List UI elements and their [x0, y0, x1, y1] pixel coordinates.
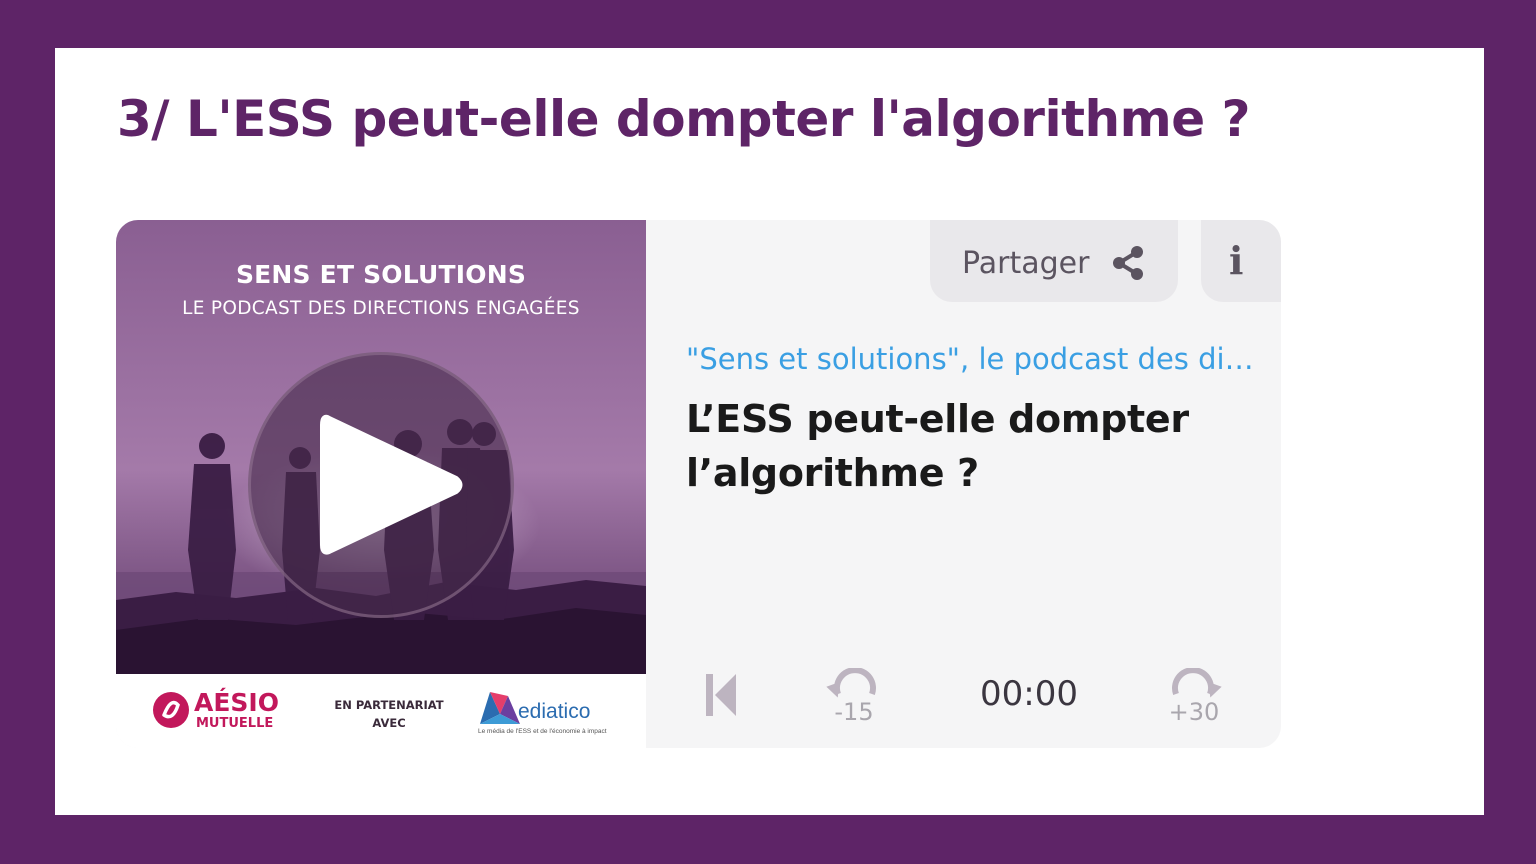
forward-button[interactable]: +30: [1164, 667, 1224, 728]
show-title-link[interactable]: "Sens et solutions", le podcast des dire…: [686, 342, 1256, 376]
cover-subtitle: LE PODCAST DES DIRECTIONS ENGAGÉES: [182, 298, 580, 319]
mediatico-tagline: Le média de l'ESS et de l'économie à imp…: [478, 728, 607, 735]
page-heading: 3/ L'ESS peut-elle dompter l'algorithme …: [117, 90, 1251, 148]
partnership-line-1: EN PARTENARIAT: [334, 698, 444, 712]
podcast-player: SENS ET SOLUTIONS LE PODCAST DES DIRECTI…: [116, 220, 1281, 748]
partnership-text: EN PARTENARIAT AVEC: [324, 696, 454, 732]
rewind-button[interactable]: -15: [824, 667, 884, 728]
mediatico-logo: ediatico Le média de l'ESS et de l'écono…: [478, 688, 618, 738]
playback-time: 00:00: [980, 674, 1078, 714]
skip-back-icon[interactable]: [704, 672, 738, 718]
content-card: 3/ L'ESS peut-elle dompter l'algorithme …: [55, 48, 1484, 815]
forward-icon: [1172, 667, 1222, 698]
share-icon: [1113, 246, 1143, 280]
aesio-logo: AÉSIO MUTUELLE: [152, 688, 297, 736]
podcast-cover: SENS ET SOLUTIONS LE PODCAST DES DIRECTI…: [116, 220, 646, 748]
share-button[interactable]: Partager: [930, 220, 1178, 302]
mediatico-name: ediatico: [518, 700, 591, 723]
play-icon: [320, 414, 463, 555]
episode-title: L’ESS peut-elle dompter l’algorithme ?: [686, 397, 1189, 495]
rewind-label: -15: [834, 698, 874, 726]
cover-title: SENS ET SOLUTIONS: [235, 260, 527, 289]
share-label: Partager: [962, 246, 1090, 281]
mediatico-m-icon: [480, 692, 520, 724]
aesio-subname: MUTUELLE: [196, 716, 274, 731]
cover-artwork: SENS ET SOLUTIONS LE PODCAST DES DIRECTI…: [116, 220, 646, 674]
play-button[interactable]: [248, 352, 514, 618]
partnership-line-2: AVEC: [372, 716, 406, 730]
info-button[interactable]: i: [1201, 220, 1281, 302]
rewind-icon: [826, 667, 876, 698]
forward-label: +30: [1168, 698, 1220, 726]
cover-logos: AÉSIO MUTUELLE EN PARTENARIAT AVEC ediat…: [116, 674, 646, 748]
info-icon: i: [1229, 238, 1244, 283]
aesio-name: AÉSIO: [194, 688, 279, 717]
aesio-mark-icon: [153, 692, 189, 728]
